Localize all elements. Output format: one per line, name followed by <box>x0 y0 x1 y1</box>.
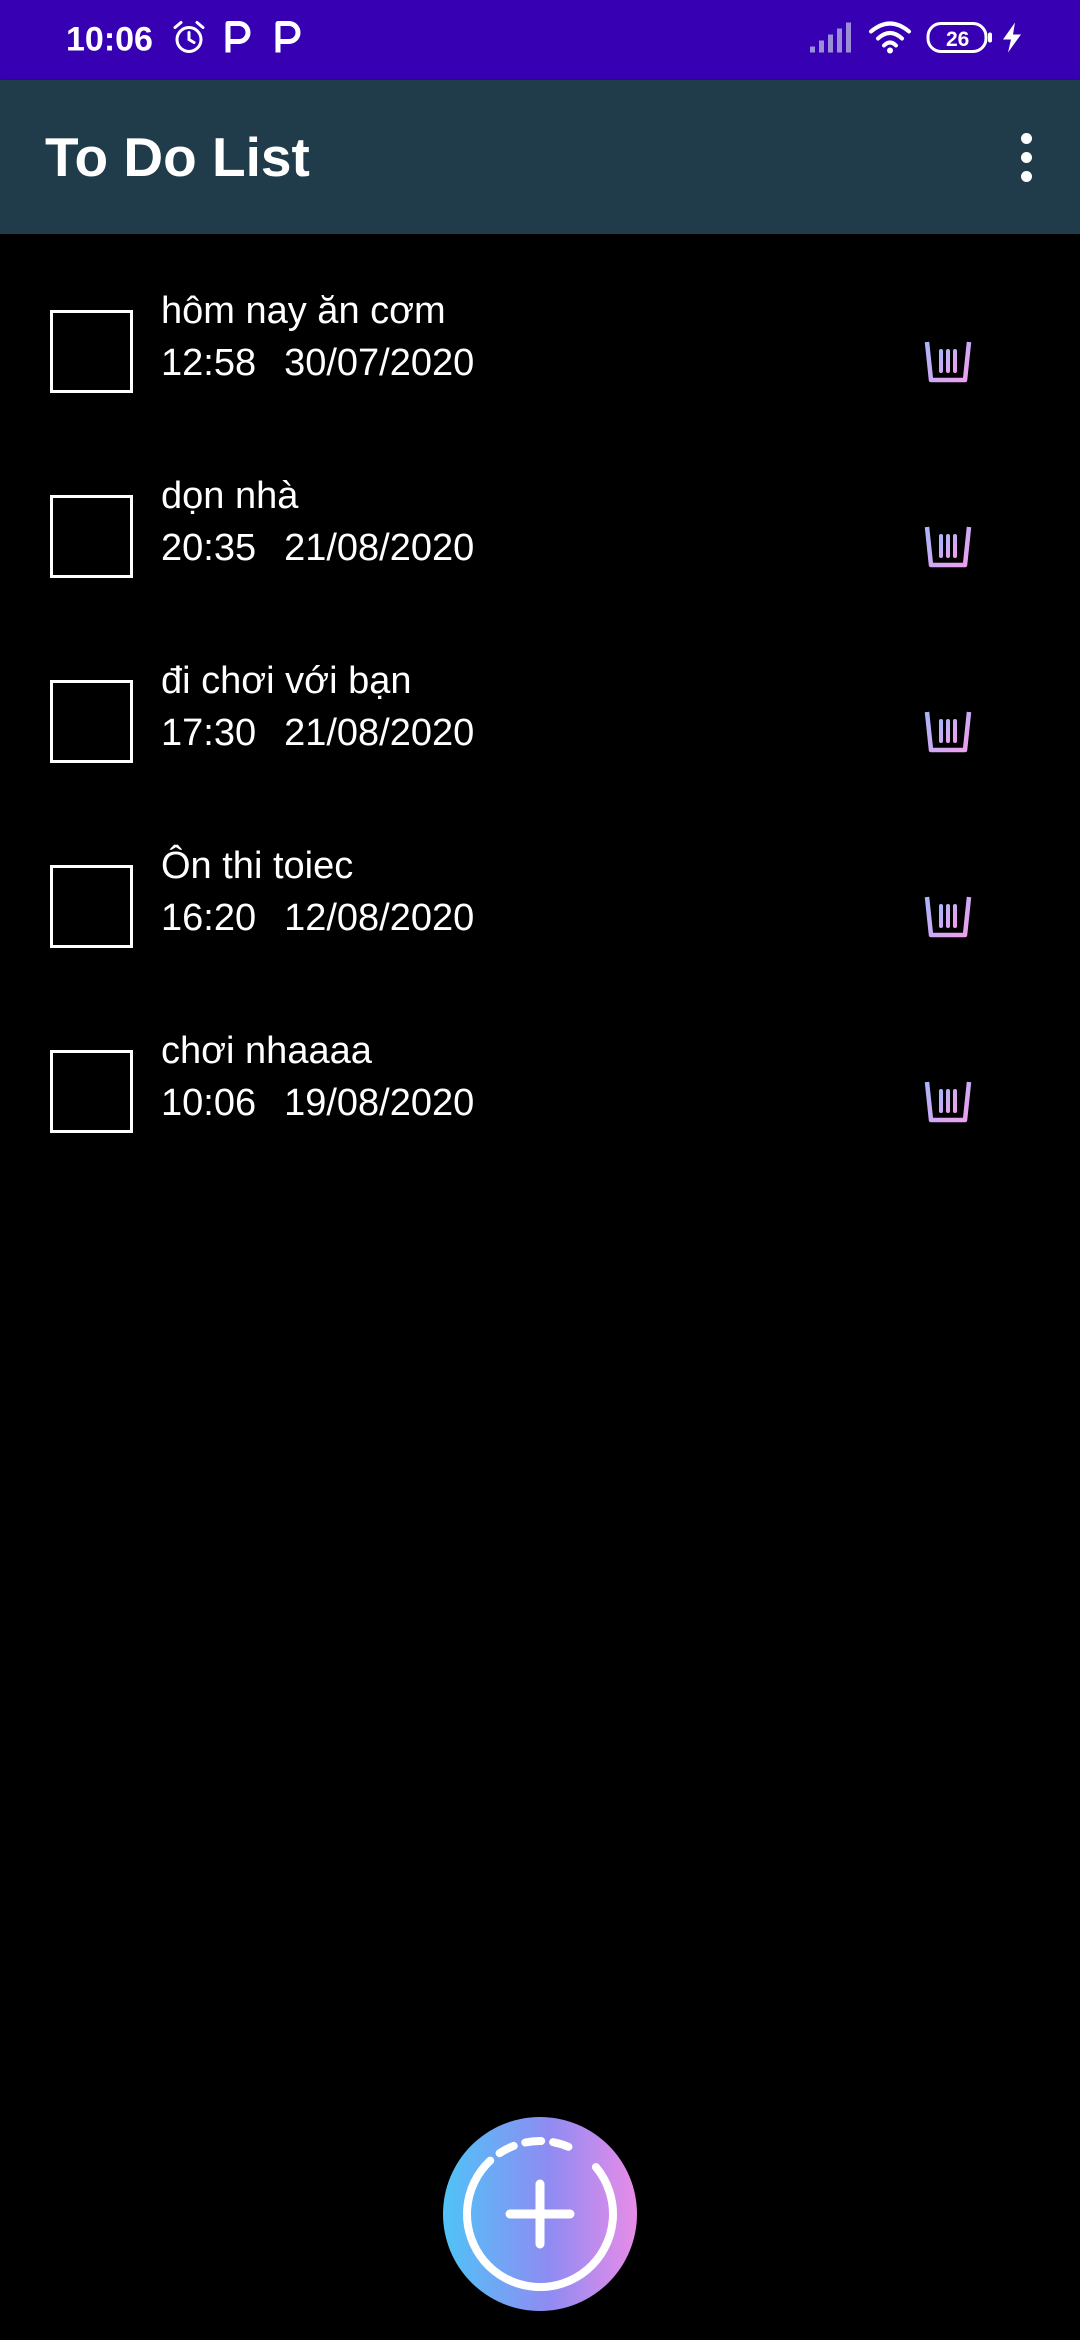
status-time: 10:06 <box>66 20 153 59</box>
wifi-icon <box>868 20 912 61</box>
task-datetime: 16:20 12/08/2020 <box>161 897 474 940</box>
task-row[interactable]: dọn nhà 20:35 21/08/2020 <box>0 455 1080 640</box>
task-date: 30/07/2020 <box>284 342 475 384</box>
task-time: 12:58 <box>161 342 257 384</box>
signal-icon <box>808 21 852 60</box>
add-task-button[interactable] <box>443 2117 637 2311</box>
delete-icon[interactable] <box>915 690 981 756</box>
task-title: Ôn thi toiec <box>161 845 354 887</box>
alarm-icon <box>170 19 208 62</box>
task-datetime: 20:35 21/08/2020 <box>161 527 474 570</box>
battery-level: 26 <box>946 28 970 51</box>
charging-icon <box>1000 22 1024 59</box>
delete-icon[interactable] <box>915 320 981 386</box>
task-date: 12/08/2020 <box>284 897 475 939</box>
task-checkbox[interactable] <box>50 310 133 393</box>
task-row[interactable]: chơi nhaaaa 10:06 19/08/2020 <box>0 1010 1080 1195</box>
add-icon <box>463 2137 617 2291</box>
task-checkbox[interactable] <box>50 495 133 578</box>
task-datetime: 10:06 19/08/2020 <box>161 1082 474 1125</box>
delete-icon[interactable] <box>915 1060 981 1126</box>
task-list: hôm nay ăn cơm 12:58 30/07/2020 dọn nhà 2… <box>0 270 1080 1195</box>
task-title: dọn nhà <box>161 475 299 517</box>
task-date: 21/08/2020 <box>284 712 475 754</box>
task-title: hôm nay ăn cơm <box>161 290 446 332</box>
more-vert-icon[interactable] <box>990 121 1062 193</box>
app-title: To Do List <box>45 126 310 188</box>
app-bar: To Do List <box>0 80 1080 234</box>
task-time: 10:06 <box>161 1082 257 1124</box>
task-datetime: 17:30 21/08/2020 <box>161 712 474 755</box>
task-checkbox[interactable] <box>50 865 133 948</box>
p-app-icon <box>222 19 252 62</box>
status-bar: 10:06 26 <box>0 0 1080 80</box>
delete-icon[interactable] <box>915 875 981 941</box>
task-date: 21/08/2020 <box>284 527 475 569</box>
task-row[interactable]: hôm nay ăn cơm 12:58 30/07/2020 <box>0 270 1080 455</box>
task-checkbox[interactable] <box>50 1050 133 1133</box>
delete-icon[interactable] <box>915 505 981 571</box>
task-title: chơi nhaaaa <box>161 1030 372 1072</box>
p-app-icon <box>272 19 302 62</box>
task-time: 20:35 <box>161 527 257 569</box>
task-row[interactable]: đi chơi với bạn 17:30 21/08/2020 <box>0 640 1080 825</box>
task-time: 17:30 <box>161 712 257 754</box>
task-checkbox[interactable] <box>50 680 133 763</box>
task-date: 19/08/2020 <box>284 1082 475 1124</box>
task-time: 16:20 <box>161 897 257 939</box>
task-datetime: 12:58 30/07/2020 <box>161 342 474 385</box>
task-row[interactable]: Ôn thi toiec 16:20 12/08/2020 <box>0 825 1080 1010</box>
task-title: đi chơi với bạn <box>161 660 412 702</box>
